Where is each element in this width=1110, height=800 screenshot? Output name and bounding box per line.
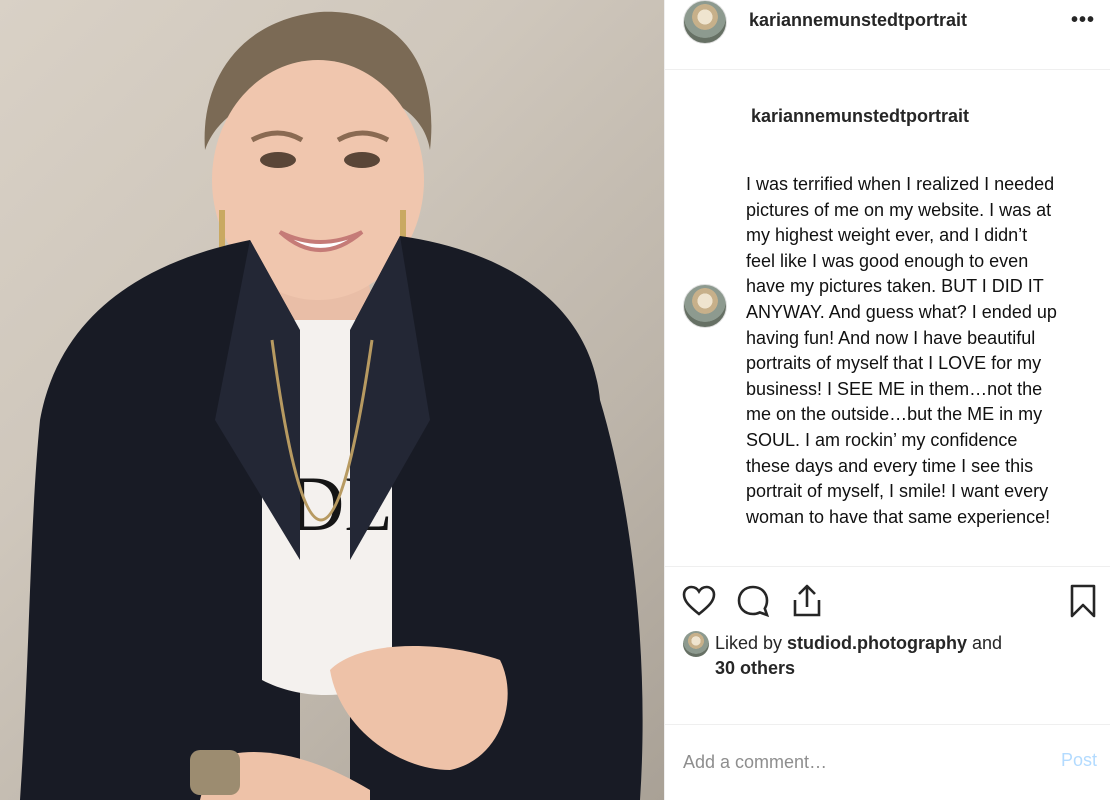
likes-middle: and [967,633,1003,653]
liker-username-link[interactable]: studiod.photography [787,633,967,653]
post-comment-button[interactable]: Post [1061,750,1097,771]
heart-icon[interactable] [681,583,717,619]
post-details-panel: kariannemunstedtportrait ••• kariannemun… [664,0,1110,800]
caption-avatar[interactable] [683,284,727,328]
likes-summary: Liked by studiod.photography and 30 othe… [715,631,1045,681]
header-username-link[interactable]: kariannemunstedtportrait [749,10,967,31]
more-options-icon[interactable]: ••• [1071,9,1095,32]
portrait-photo: DE [20,11,643,800]
likes-others-link[interactable]: 30 others [715,658,795,678]
share-icon[interactable] [789,583,825,619]
post-action-bar: Liked by studiod.photography and 30 othe… [665,566,1110,724]
comment-bubble-icon[interactable] [735,583,771,619]
comment-input[interactable] [683,749,1013,775]
liker-avatar[interactable] [683,631,709,657]
caption-username-link[interactable]: kariannemunstedtportrait [751,106,969,127]
caption-text: I was terrified when I realized I needed… [746,174,1057,527]
profile-avatar[interactable] [683,0,727,44]
post-photo[interactable]: DE [0,0,664,800]
bookmark-icon[interactable] [1065,583,1101,619]
comment-bar: Post [665,724,1110,800]
post-header: kariannemunstedtportrait ••• [665,0,1110,70]
likes-prefix: Liked by [715,633,788,653]
